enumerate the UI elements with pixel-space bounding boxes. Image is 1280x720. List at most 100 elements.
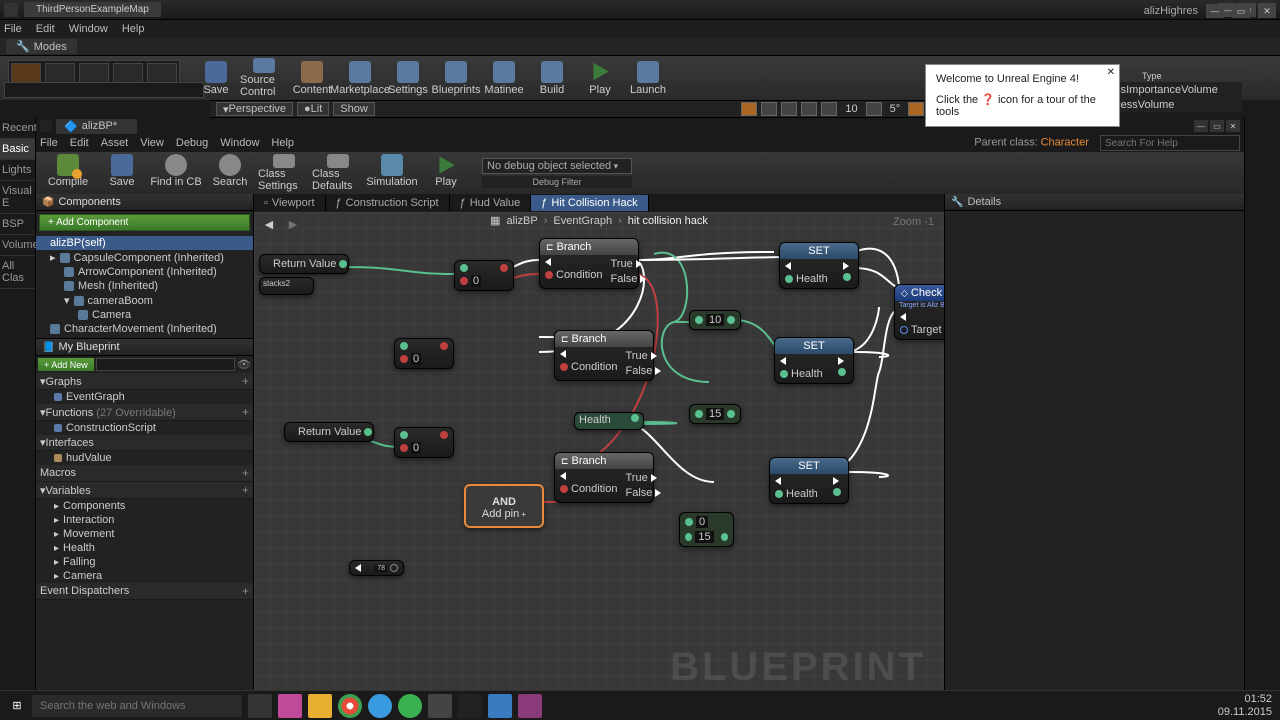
modes-cat-recent[interactable]: Recent bbox=[0, 118, 35, 139]
taskbar-app-icon[interactable] bbox=[278, 694, 302, 718]
hudvalue-item[interactable]: hudValue bbox=[36, 451, 253, 465]
component-item[interactable]: CharacterMovement (Inherited) bbox=[36, 322, 253, 336]
node-compare1[interactable]: 0 bbox=[454, 260, 514, 291]
taskbar-app-icon[interactable] bbox=[518, 694, 542, 718]
node-stack[interactable]: stacks2 bbox=[259, 277, 314, 295]
modes-cat-all[interactable]: All Clas bbox=[0, 256, 35, 289]
node-returnvalue[interactable]: Return Value bbox=[259, 254, 349, 274]
modes-search-input[interactable] bbox=[4, 82, 204, 98]
menu-edit[interactable]: Edit bbox=[36, 23, 55, 35]
close-tooltip-icon[interactable]: ✕ bbox=[1107, 67, 1115, 78]
node-set2[interactable]: SET Health bbox=[774, 337, 854, 384]
construction-item[interactable]: ConstructionScript bbox=[36, 421, 253, 435]
modes-cat-lights[interactable]: Lights bbox=[0, 160, 35, 181]
graph-canvas[interactable]: ◄ ► ▦ alizBP › EventGraph › hit collisio… bbox=[254, 212, 944, 700]
node-and[interactable]: AND Add pin + bbox=[464, 484, 544, 528]
node-returnvalue2[interactable]: Return Value bbox=[284, 422, 374, 442]
class-settings-button[interactable]: Class Settings bbox=[258, 154, 310, 192]
scale-snap-icon[interactable] bbox=[908, 102, 924, 116]
account-name[interactable]: alizHighres bbox=[1144, 5, 1198, 17]
content-button[interactable]: Content bbox=[288, 58, 336, 98]
parent-class-link[interactable]: Character bbox=[1041, 137, 1089, 149]
var-item[interactable]: ▸Movement bbox=[36, 527, 253, 541]
node-branch3[interactable]: ⊏ Branch Condition TrueFalse bbox=[554, 452, 654, 503]
construction-tab[interactable]: ƒ Construction Script bbox=[326, 195, 450, 211]
eventgraph-item[interactable]: EventGraph bbox=[36, 390, 253, 404]
var-item[interactable]: ▸Interaction bbox=[36, 513, 253, 527]
angle-snap-value[interactable]: 5° bbox=[886, 103, 905, 115]
viewport-tab[interactable]: ▫ Viewport bbox=[254, 195, 326, 211]
source-control-button[interactable]: Source Control bbox=[240, 58, 288, 98]
snap-select-icon[interactable] bbox=[741, 102, 757, 116]
launch-button[interactable]: Launch bbox=[624, 58, 672, 98]
bp-menu-help[interactable]: Help bbox=[271, 137, 294, 149]
outliner-col-type[interactable]: Type bbox=[1142, 71, 1238, 81]
menu-file[interactable]: File bbox=[4, 23, 22, 35]
node-checkhealth[interactable]: ◇ Check Health Target is Aliz BP Target … bbox=[894, 284, 944, 340]
components-panel-header[interactable]: 📦 Components bbox=[36, 194, 253, 211]
account-max-button[interactable]: ▭ bbox=[1232, 4, 1250, 18]
add-new-button[interactable]: + Add New bbox=[38, 358, 94, 371]
account-close-button[interactable]: ✕ bbox=[1258, 4, 1276, 18]
bp-menu-file[interactable]: File bbox=[40, 137, 58, 149]
compile-button[interactable]: Compile bbox=[42, 154, 94, 192]
snap-rotate-icon[interactable] bbox=[781, 102, 797, 116]
chrome-icon[interactable] bbox=[338, 694, 362, 718]
component-item[interactable]: ArrowComponent (Inherited) bbox=[36, 265, 253, 279]
bp-menu-debug[interactable]: Debug bbox=[176, 137, 208, 149]
bp-menu-asset[interactable]: Asset bbox=[101, 137, 129, 149]
skype-icon[interactable] bbox=[368, 694, 392, 718]
grid-snap-icon[interactable] bbox=[821, 102, 837, 116]
debug-object-dropdown[interactable]: No debug object selected ▾ bbox=[482, 158, 632, 174]
node-val0-15[interactable]: 0 15 bbox=[679, 512, 734, 547]
account-min-button[interactable]: — bbox=[1206, 4, 1224, 18]
taskbar-app-icon[interactable] bbox=[488, 694, 512, 718]
variables-category[interactable]: ▾Variables+ bbox=[36, 482, 253, 499]
modes-cat-basic[interactable]: Basic bbox=[0, 139, 35, 160]
search-button[interactable]: Search bbox=[204, 154, 256, 192]
marketplace-button[interactable]: Marketplace bbox=[336, 58, 384, 98]
bp-play-button[interactable]: Play bbox=[420, 154, 472, 192]
var-item[interactable]: ▸Falling bbox=[36, 555, 253, 569]
node-compare3[interactable]: 0 bbox=[394, 427, 454, 458]
mybp-search-input[interactable] bbox=[96, 358, 235, 371]
mybp-header[interactable]: 📘 My Blueprint bbox=[36, 339, 253, 356]
perspective-dropdown[interactable]: ▾ Perspective bbox=[216, 102, 293, 116]
start-button[interactable]: ⊞ bbox=[8, 697, 26, 715]
taskview-icon[interactable] bbox=[248, 694, 272, 718]
grid-snap-value[interactable]: 10 bbox=[841, 103, 861, 115]
level-tab[interactable]: ThirdPersonExampleMap bbox=[24, 2, 161, 17]
var-item[interactable]: ▸Components bbox=[36, 499, 253, 513]
crumb-eventgraph[interactable]: EventGraph bbox=[553, 215, 612, 227]
menu-help[interactable]: Help bbox=[122, 23, 145, 35]
spotify-icon[interactable] bbox=[398, 694, 422, 718]
node-reroute[interactable]: 78 bbox=[349, 560, 404, 576]
bp-menu-edit[interactable]: Edit bbox=[70, 137, 89, 149]
taskbar-app-icon[interactable] bbox=[308, 694, 332, 718]
node-val10[interactable]: 10 bbox=[689, 310, 741, 330]
bp-close-button[interactable]: ✕ bbox=[1226, 120, 1240, 132]
node-val15[interactable]: 15 bbox=[689, 404, 741, 424]
component-item[interactable]: Mesh (Inherited) bbox=[36, 279, 253, 293]
bp-menu-view[interactable]: View bbox=[140, 137, 164, 149]
find-in-cb-button[interactable]: Find in CB bbox=[150, 154, 202, 192]
functions-category[interactable]: ▾Functions (27 Overridable)+ bbox=[36, 404, 253, 421]
interfaces-category[interactable]: ▾Interfaces bbox=[36, 435, 253, 451]
simulation-button[interactable]: Simulation bbox=[366, 154, 418, 192]
settings-button[interactable]: Settings bbox=[384, 58, 432, 98]
var-item[interactable]: ▸Camera bbox=[36, 569, 253, 583]
component-item[interactable]: ▸CapsuleComponent (Inherited) bbox=[36, 250, 253, 265]
eye-icon[interactable]: 👁 bbox=[237, 358, 251, 371]
bp-menu-window[interactable]: Window bbox=[220, 137, 259, 149]
bp-minimize-button[interactable]: — bbox=[1194, 120, 1208, 132]
nav-back-icon[interactable]: ◄ bbox=[262, 216, 280, 230]
component-item[interactable]: ▾cameraBoom bbox=[36, 293, 253, 308]
node-set3[interactable]: SET Health bbox=[769, 457, 849, 504]
matinee-button[interactable]: Matinee bbox=[480, 58, 528, 98]
add-component-button[interactable]: + Add Component bbox=[39, 214, 250, 231]
macros-category[interactable]: Macros+ bbox=[36, 465, 253, 482]
snap-scale-icon[interactable] bbox=[801, 102, 817, 116]
modes-cat-bsp[interactable]: BSP bbox=[0, 214, 35, 235]
hitcollision-tab[interactable]: ƒ Hit Collision Hack bbox=[531, 195, 648, 211]
var-item[interactable]: ▸Health bbox=[36, 541, 253, 555]
